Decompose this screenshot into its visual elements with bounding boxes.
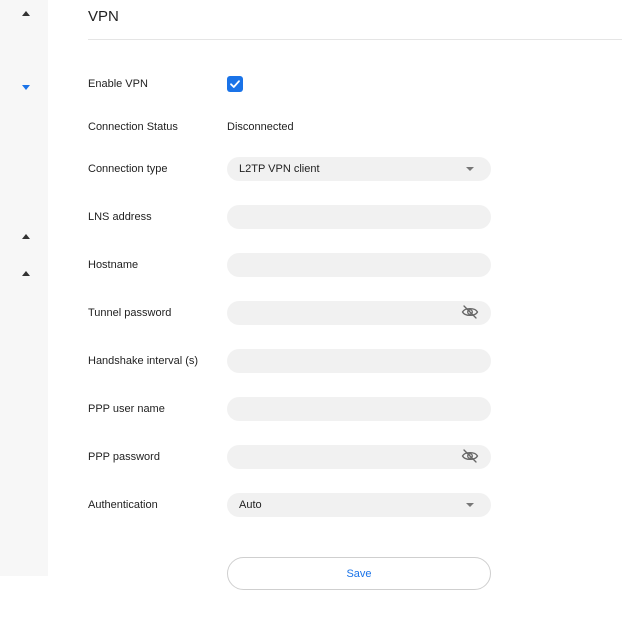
enable-vpn-row: Enable VPN (88, 71, 622, 97)
eye-off-icon[interactable] (461, 304, 479, 320)
ppp-password-row: PPP password (88, 444, 622, 470)
authentication-row: Authentication Auto (88, 492, 622, 518)
tunnel-password-input[interactable] (227, 301, 491, 325)
caret-down-icon[interactable] (22, 85, 30, 90)
connection-type-row: Connection type L2TP VPN client (88, 156, 622, 182)
tunnel-password-row: Tunnel password (88, 300, 622, 326)
handshake-interval-input[interactable] (227, 349, 491, 373)
connection-status-label: Connection Status (88, 121, 178, 133)
caret-down-icon (466, 503, 474, 507)
title-divider (88, 39, 622, 40)
lns-address-row: LNS address (88, 204, 622, 230)
connection-status-row: Connection Status Disconnected (88, 114, 622, 140)
tunnel-password-label: Tunnel password (88, 307, 172, 319)
ppp-user-name-label: PPP user name (88, 403, 165, 415)
checkmark-icon (230, 80, 240, 88)
caret-down-icon (466, 167, 474, 171)
save-button[interactable]: Save (227, 557, 491, 590)
hostname-label: Hostname (88, 259, 139, 271)
handshake-interval-row: Handshake interval (s) (88, 348, 622, 374)
sidebar (0, 0, 48, 576)
lns-address-input[interactable] (227, 205, 491, 229)
enable-vpn-checkbox[interactable] (227, 76, 243, 92)
connection-type-value: L2TP VPN client (239, 163, 320, 175)
handshake-interval-label: Handshake interval (s) (88, 355, 199, 367)
ppp-user-name-input[interactable] (227, 397, 491, 421)
page-title: VPN (88, 8, 119, 25)
connection-type-select[interactable]: L2TP VPN client (227, 157, 491, 181)
hostname-row: Hostname (88, 252, 622, 278)
authentication-label: Authentication (88, 499, 158, 511)
ppp-password-label: PPP password (88, 451, 160, 463)
connection-status-value: Disconnected (227, 121, 294, 133)
lns-address-label: LNS address (88, 211, 152, 223)
connection-type-label: Connection type (88, 163, 168, 175)
authentication-select[interactable]: Auto (227, 493, 491, 517)
authentication-value: Auto (239, 499, 262, 511)
hostname-input[interactable] (227, 253, 491, 277)
caret-up-icon[interactable] (22, 271, 30, 276)
caret-up-icon[interactable] (22, 11, 30, 16)
ppp-user-name-row: PPP user name (88, 396, 622, 422)
ppp-password-input[interactable] (227, 445, 491, 469)
caret-up-icon[interactable] (22, 234, 30, 239)
enable-vpn-label: Enable VPN (88, 78, 148, 90)
eye-off-icon[interactable] (461, 448, 479, 464)
